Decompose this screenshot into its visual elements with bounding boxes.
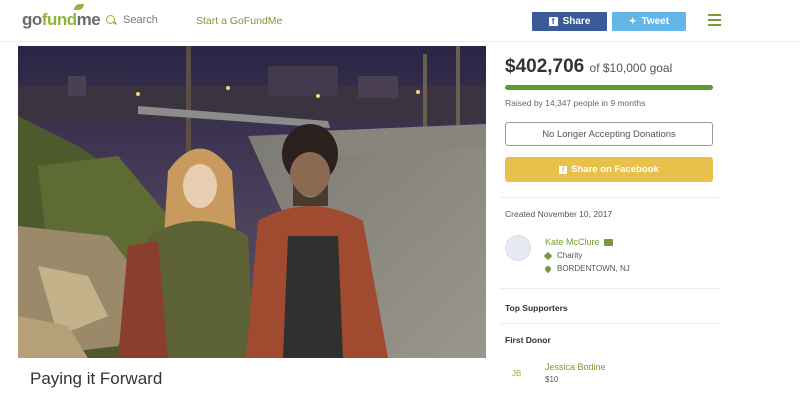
divider [500,288,720,289]
no-longer-accepting-donations-button[interactable]: No Longer Accepting Donations [505,122,713,146]
share-on-facebook-button[interactable]: f Share on Facebook [505,157,713,182]
goal-text: of $10,000 goal [589,61,673,75]
gofundme-logo[interactable]: gofundme [22,4,101,30]
progress-bar [505,85,713,90]
site-header: gofundme Search Start a GoFundMe f Share… [0,0,800,42]
top-supporters-heading: Top Supporters [505,303,568,313]
amount-raised: $402,706 of $10,000 goal [505,56,672,78]
organizer-avatar[interactable] [505,235,531,261]
raised-by-text: Raised by 14,347 people in 9 months [505,98,646,108]
tweet-label: Tweet [641,16,670,27]
tag-icon [543,251,553,260]
search-icon [106,14,117,26]
raised-amount: $402,706 [505,56,585,77]
divider [500,197,720,198]
twitter-bird-icon: ✦ [628,16,637,26]
first-donor-heading: First Donor [505,335,551,345]
search-label: Search [123,14,158,26]
facebook-icon: f [548,17,558,26]
donor-name-link[interactable]: Jessica Bodine [545,362,606,372]
tweet-button[interactable]: ✦ Tweet [612,12,686,31]
organizer-category: Charity [543,251,583,260]
organizer-location: BORDENTOWN, NJ [543,264,630,273]
donor-initials-avatar: JB [512,369,522,378]
location-label: BORDENTOWN, NJ [557,264,630,273]
share-on-facebook-label: Share on Facebook [571,164,659,175]
progress-fill [505,85,713,90]
organizer-name-link[interactable]: Kate McClure [545,237,613,247]
divider [500,323,720,324]
share-button[interactable]: f Share [532,12,607,31]
donor-amount: $10 [545,375,559,384]
category-label: Charity [557,251,583,260]
created-date: Created November 10, 2017 [505,209,613,219]
campaign-photo [18,46,486,358]
hamburger-menu-icon[interactable] [708,14,721,26]
envelope-icon[interactable] [603,238,613,246]
share-label: Share [562,16,591,27]
facebook-icon: f [559,165,568,174]
location-pin-icon [543,264,553,273]
organizer-name: Kate McClure [545,237,600,247]
campaign-title: Paying it Forward [30,369,163,388]
search-button[interactable]: Search [106,14,158,26]
start-gofundme-link[interactable]: Start a GoFundMe [196,15,282,27]
